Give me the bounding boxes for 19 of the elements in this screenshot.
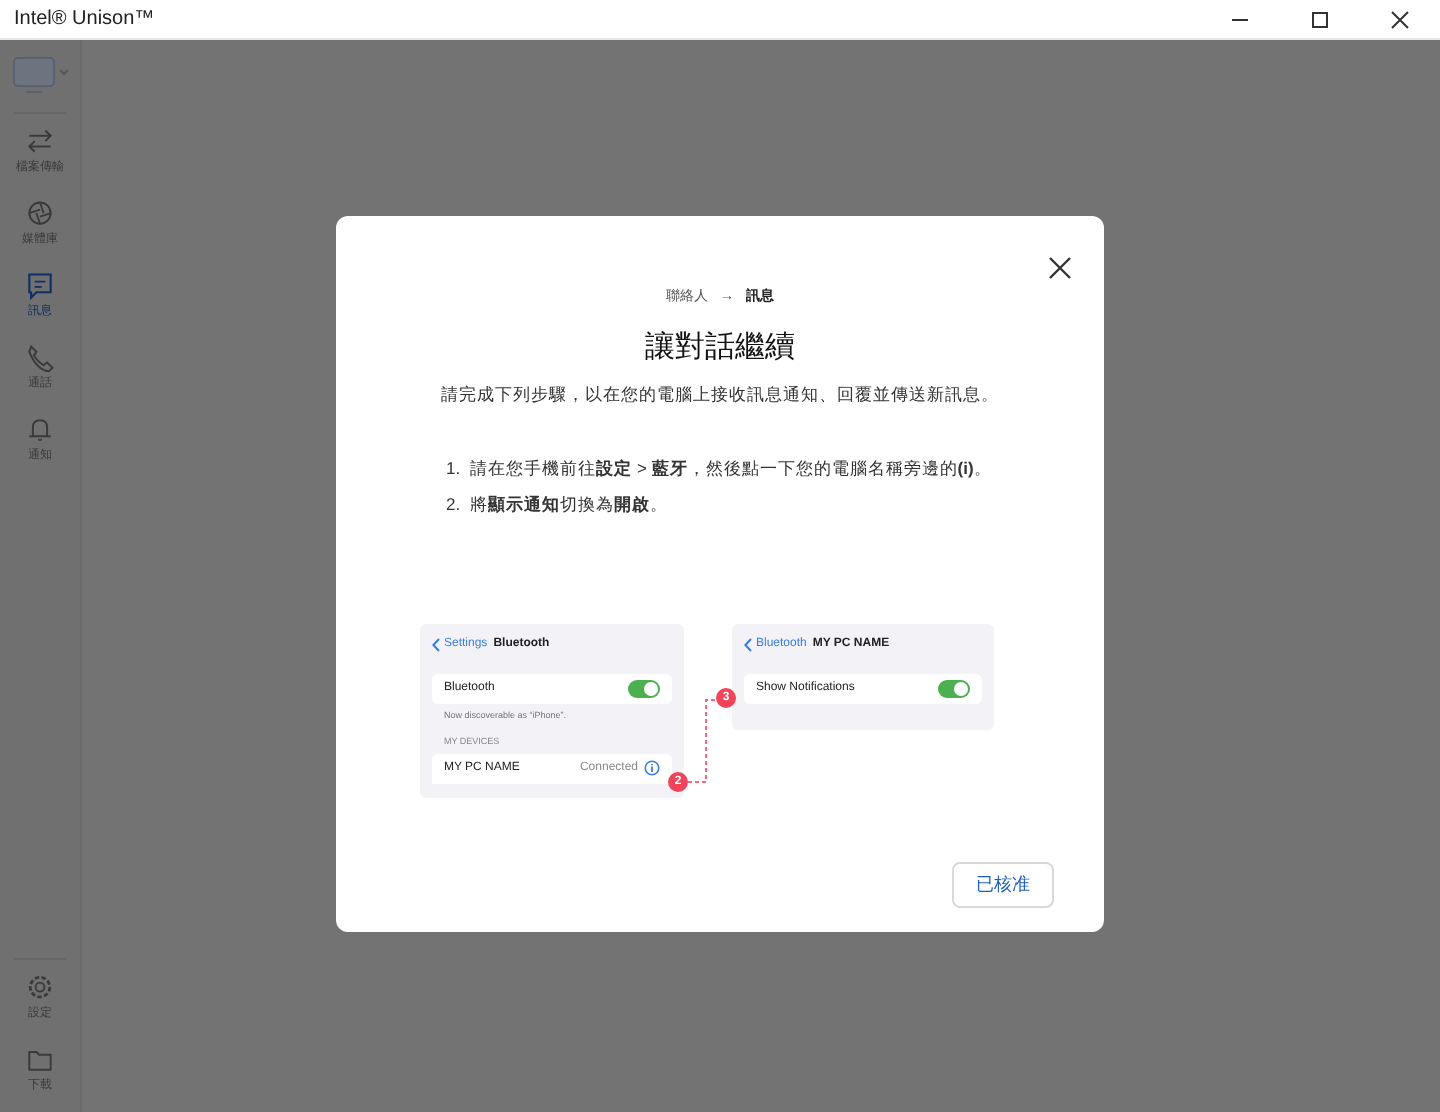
approve-button[interactable]: 已核准 [952,862,1054,908]
dialog-description: 請完成下列步驟，以在您的電腦上接收訊息通知、回覆並傳送新訊息。 [441,382,999,408]
dashed-connector [688,696,716,787]
window-title: Intel® Unison™ [12,6,155,34]
info-icon [644,760,660,777]
message-icon [24,270,56,302]
chevron-icon [744,638,752,653]
close-icon[interactable] [1048,256,1072,280]
dialog-title: 讓對話繼續 [645,327,795,367]
chevron-icon [432,638,440,653]
transfer-icon [24,126,56,158]
bell-icon [24,414,56,446]
step-text: 請在您手機前往設定 > 藍牙，然後點一下您的電腦名稱旁邊的(i)。 [470,455,992,481]
gear-icon [24,972,56,1004]
aperture-icon [24,198,56,230]
step-number: 2. [446,491,461,517]
step-number: 1. [446,455,461,481]
phone-icon [24,342,56,374]
step-text: 將顯示通知切換為開啟。 [470,491,669,517]
